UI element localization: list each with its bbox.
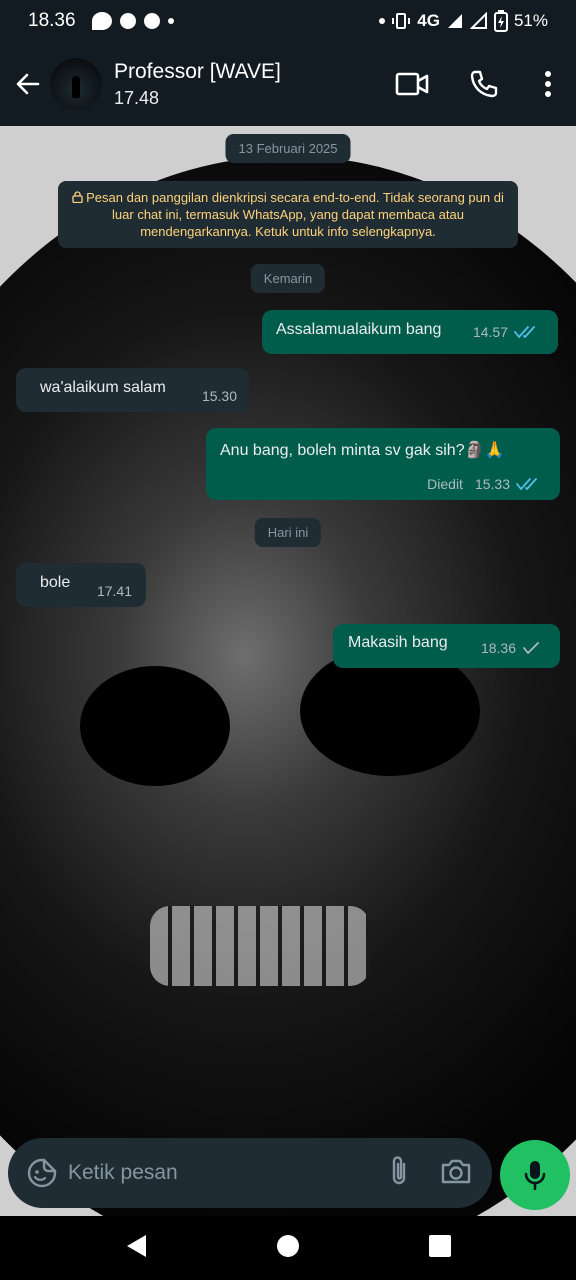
message-meta: 15.30	[202, 388, 237, 404]
signal-icon	[469, 12, 487, 29]
message-time: 18.36	[480, 640, 516, 656]
video-call-button[interactable]	[376, 54, 448, 114]
battery-level: 51%	[513, 11, 548, 30]
signal-icon	[447, 14, 462, 28]
message-time: 15.30	[201, 388, 237, 404]
arrow-left-icon	[16, 73, 40, 95]
status-time: 18.36	[28, 10, 76, 31]
wallpaper-shape	[80, 666, 230, 786]
back-button[interactable]	[12, 68, 44, 100]
square-recents-icon	[429, 1234, 451, 1257]
contact-name: Professor [WAVE]	[114, 59, 281, 83]
message-time: 14.57	[472, 324, 508, 340]
last-seen: 17.48	[114, 87, 160, 108]
nav-recents-button[interactable]	[428, 1234, 452, 1263]
microphone-icon	[524, 1161, 546, 1190]
lock-icon	[72, 191, 83, 204]
voice-call-button[interactable]	[448, 54, 520, 114]
more-vertical-icon	[545, 71, 551, 97]
date-label: 13 Februari 2025	[225, 134, 351, 163]
single-check-sent-icon	[523, 642, 539, 654]
nav-back-button[interactable]	[124, 1233, 148, 1264]
network-type: 4G	[417, 11, 440, 30]
message-text: wa'alaikum salam	[40, 379, 166, 396]
circle-home-icon	[277, 1234, 299, 1257]
battery-charging-icon	[493, 10, 508, 32]
edited-label: Diedit	[427, 476, 463, 492]
message-meta: Diedit 15.33	[427, 476, 540, 492]
message-outgoing[interactable]: Assalamualaikum bang 14.57	[262, 310, 558, 354]
message-meta: 18.36	[481, 640, 540, 656]
message-time: 15.33	[474, 476, 510, 492]
camera-icon	[441, 1159, 471, 1183]
more-notifications-icon	[167, 18, 174, 24]
dot-icon	[379, 18, 386, 24]
message-text: Assalamualaikum bang	[276, 321, 442, 338]
double-check-read-icon	[514, 326, 535, 338]
message-meta: 17.41	[97, 583, 132, 599]
message-incoming[interactable]: wa'alaikum salam 15.30	[16, 368, 249, 412]
attach-button[interactable]	[388, 1154, 410, 1193]
wallpaper-shape	[150, 906, 370, 986]
camera-button[interactable]	[440, 1157, 472, 1190]
message-text: Anu bang, boleh minta sv gak sih?🗿🙏	[220, 442, 505, 459]
status-bar: 18.36 4G 51%	[0, 0, 576, 42]
paperclip-icon	[392, 1155, 406, 1184]
system-navigation-bar	[0, 1216, 576, 1280]
message-outgoing[interactable]: Anu bang, boleh minta sv gak sih?🗿🙏 Died…	[206, 428, 560, 500]
double-check-read-icon	[516, 478, 537, 490]
message-text: Makasih bang	[348, 634, 448, 651]
message-meta: 14.57	[473, 324, 538, 340]
sticker-icon	[27, 1158, 57, 1188]
voice-message-button[interactable]	[500, 1140, 570, 1210]
message-input[interactable]	[68, 1152, 348, 1194]
message-composer	[8, 1138, 492, 1208]
contact-info[interactable]: Professor [WAVE] 17.48	[114, 60, 281, 109]
message-outgoing[interactable]: Makasih bang 18.36	[333, 624, 560, 668]
video-camera-icon	[395, 72, 429, 96]
day-label-yesterday: Kemarin	[250, 264, 326, 293]
more-options-button[interactable]	[520, 54, 576, 114]
day-label-today: Hari ini	[254, 518, 322, 547]
message-incoming[interactable]: bole 17.41	[16, 563, 146, 607]
chat-header: Professor [WAVE] 17.48	[0, 42, 576, 126]
message-time: 17.41	[96, 583, 132, 599]
contact-avatar[interactable]	[50, 58, 102, 110]
message-text: bole	[40, 574, 71, 591]
nav-home-button[interactable]	[276, 1234, 300, 1263]
notification-dot-icon	[119, 13, 136, 29]
notification-dot-icon	[143, 13, 160, 29]
encryption-notice[interactable]: Pesan dan panggilan dienkripsi secara en…	[58, 181, 518, 248]
encryption-notice-text: Pesan dan panggilan dienkripsi secara en…	[86, 190, 504, 239]
chat-notification-icon	[91, 12, 112, 30]
chat-area[interactable]: 13 Februari 2025 Pesan dan panggilan die…	[0, 126, 576, 1216]
phone-icon	[470, 70, 498, 98]
sticker-button[interactable]	[22, 1153, 62, 1193]
vibrate-icon	[392, 13, 411, 29]
triangle-back-icon	[127, 1234, 146, 1257]
